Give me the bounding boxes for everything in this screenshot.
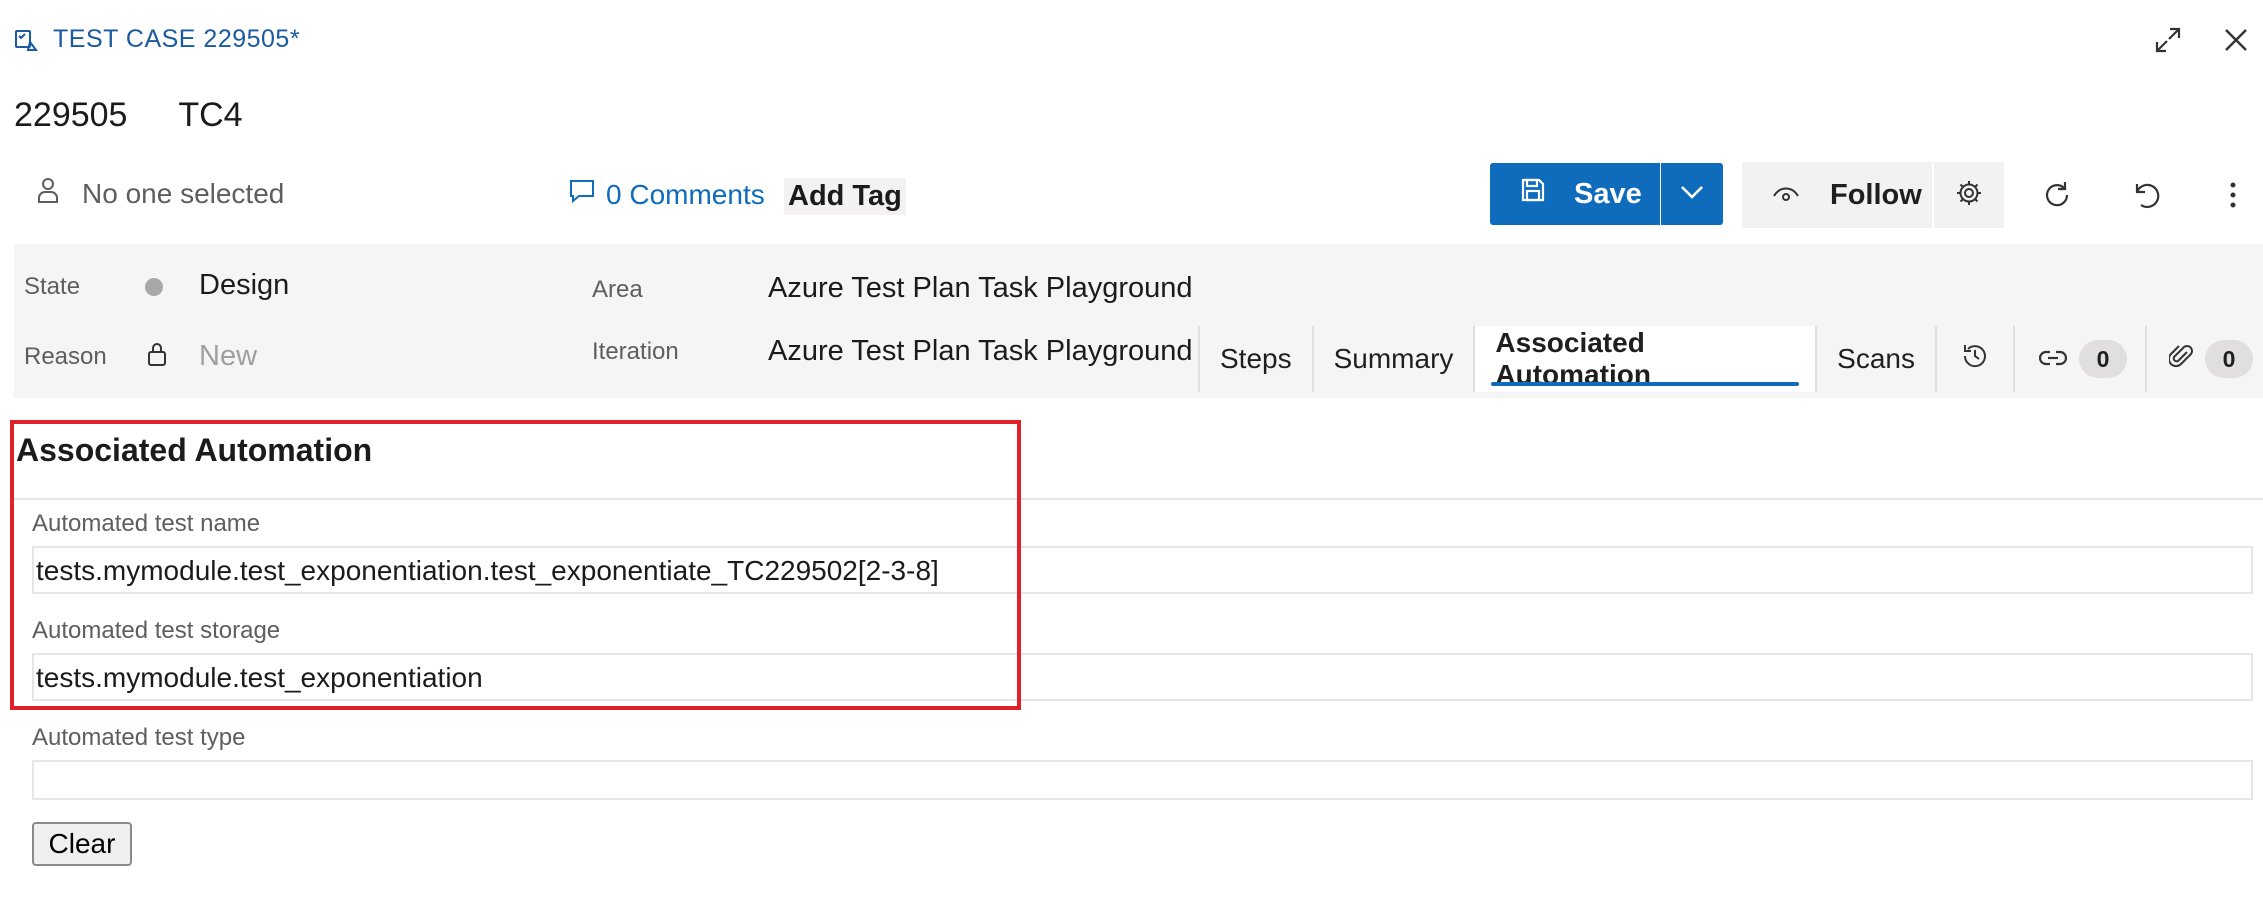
area-label: Area — [592, 276, 643, 303]
eye-icon — [1772, 179, 1800, 212]
section-title: Associated Automation — [16, 432, 373, 468]
lock-icon — [146, 341, 168, 372]
test-storage-label: Automated test storage — [32, 617, 281, 644]
iteration-value[interactable]: Azure Test Plan Task Playground — [768, 335, 1193, 368]
test-name-label: Automated test name — [32, 510, 261, 537]
links-count-badge: 0 — [2079, 340, 2127, 378]
assignee-picker[interactable]: No one selected — [36, 176, 284, 211]
tab-summary[interactable]: Summary — [1311, 326, 1474, 392]
state-indicator-icon — [145, 278, 163, 296]
work-item-type-label: TEST CASE 229505* — [53, 25, 301, 53]
state-label: State — [24, 273, 81, 300]
save-label: Save — [1574, 177, 1642, 210]
reason-value: New — [199, 340, 258, 372]
close-icon[interactable] — [2218, 22, 2254, 58]
work-item-name[interactable]: TC4 — [178, 96, 242, 134]
work-item-title[interactable]: 229505 TC4 — [14, 96, 243, 135]
link-icon — [2038, 343, 2068, 375]
save-icon — [1520, 177, 1546, 211]
tab-attachments[interactable]: 0 — [2145, 326, 2263, 392]
tab-steps[interactable]: Steps — [1198, 326, 1312, 392]
comments-count: 0 Comments — [606, 178, 765, 210]
work-item-id: 229505 — [14, 96, 128, 134]
save-button[interactable]: Save — [1490, 163, 1660, 225]
chevron-down-icon — [1679, 184, 1705, 205]
active-tab-underline — [1491, 382, 1800, 386]
test-case-icon — [14, 28, 40, 54]
tab-history[interactable] — [1935, 326, 2013, 392]
title-bar: TEST CASE 229505* — [0, 0, 2263, 80]
area-value[interactable]: Azure Test Plan Task Playground — [768, 272, 1193, 305]
comment-icon — [568, 178, 596, 211]
test-type-field[interactable] — [32, 760, 2253, 800]
section-divider — [12, 498, 2263, 500]
assignee-text: No one selected — [82, 177, 285, 209]
test-storage-field[interactable]: tests.mymodule.test_exponentiation — [32, 653, 2253, 701]
tab-associated-automation[interactable]: Associated Automation — [1473, 326, 1816, 392]
add-tag-button[interactable]: Add Tag — [784, 178, 906, 215]
follow-button[interactable]: Follow — [1742, 162, 1932, 228]
tab-links[interactable]: 0 — [2013, 326, 2145, 392]
follow-label: Follow — [1830, 178, 1922, 211]
reason-label: Reason — [24, 343, 107, 370]
undo-icon[interactable] — [2122, 170, 2172, 220]
refresh-icon[interactable] — [2032, 170, 2082, 220]
gear-icon — [1955, 179, 1983, 212]
tab-scans[interactable]: Scans — [1815, 326, 1935, 392]
person-icon — [36, 176, 60, 211]
settings-button[interactable] — [1934, 162, 2004, 228]
clear-button[interactable]: Clear — [32, 822, 132, 866]
save-options-dropdown[interactable] — [1661, 163, 1723, 225]
comments-link[interactable]: 0 Comments — [568, 178, 765, 211]
test-type-label: Automated test type — [32, 724, 246, 751]
expand-icon[interactable] — [2150, 22, 2186, 58]
attachments-count-badge: 0 — [2205, 340, 2253, 378]
more-icon[interactable] — [2208, 170, 2258, 220]
iteration-label: Iteration — [592, 338, 679, 365]
work-item-tabs: Steps Summary Associated Automation Scan… — [1198, 326, 2263, 392]
test-name-field[interactable]: tests.mymodule.test_exponentiation.test_… — [32, 546, 2253, 594]
state-value[interactable]: Design — [199, 269, 289, 302]
history-icon — [1961, 342, 1989, 377]
paperclip-icon — [2167, 342, 2193, 377]
